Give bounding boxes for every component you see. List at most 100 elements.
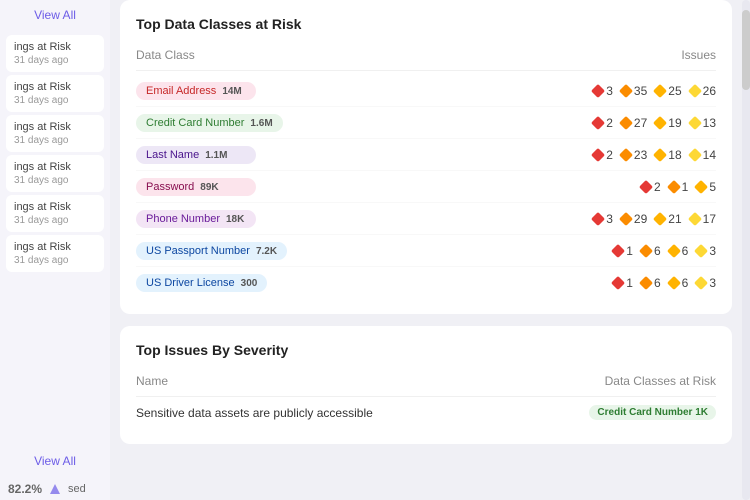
class-badge-wrapper: Last Name 1.1M: [136, 145, 336, 164]
high-count: 29: [634, 212, 647, 226]
medium-count: 6: [682, 276, 689, 290]
issue-group-critical: 2: [641, 180, 661, 194]
scrollbar-track[interactable]: [742, 0, 750, 500]
class-count: 7.2K: [256, 246, 277, 257]
low-count: 17: [703, 212, 716, 226]
issue-group-high: 27: [621, 116, 647, 130]
sidebar-item-4[interactable]: ings at Risk 31 days ago: [6, 195, 104, 232]
view-all-bottom-link[interactable]: View All: [34, 454, 76, 468]
low-icon: [694, 243, 708, 257]
class-count: 300: [241, 278, 258, 289]
issue-group-high: 6: [641, 244, 661, 258]
high-icon: [619, 115, 633, 129]
high-count: 35: [634, 84, 647, 98]
class-badge-wrapper: US Passport Number 7.2K: [136, 241, 336, 260]
low-count: 3: [709, 244, 716, 258]
table-row[interactable]: Phone Number 18K 3 29 21 17: [136, 203, 716, 235]
sidebar-item-1[interactable]: ings at Risk 31 days ago: [6, 75, 104, 112]
issues-tags: Credit Card Number 1K: [589, 405, 716, 420]
col-data-class: Data Class: [136, 48, 195, 62]
sidebar: View All ings at Risk 31 days ago ings a…: [0, 0, 110, 500]
issue-group-critical: 2: [593, 148, 613, 162]
critical-icon: [611, 275, 625, 289]
table-row[interactable]: Email Address 14M 3 35 25 26: [136, 75, 716, 107]
class-badge: US Passport Number 7.2K: [136, 242, 287, 260]
low-icon: [688, 147, 702, 161]
low-count: 26: [703, 84, 716, 98]
critical-icon: [591, 83, 605, 97]
medium-count: 5: [709, 180, 716, 194]
class-badge: Password 89K: [136, 178, 256, 196]
sort-icon: [48, 482, 62, 496]
issue-group-high: 23: [621, 148, 647, 162]
low-icon: [688, 83, 702, 97]
issue-group-critical: 2: [593, 116, 613, 130]
medium-count: 19: [668, 116, 681, 130]
critical-icon: [591, 115, 605, 129]
scrollbar-thumb[interactable]: [742, 10, 750, 90]
low-icon: [688, 115, 702, 129]
high-count: 6: [654, 276, 661, 290]
low-count: 13: [703, 116, 716, 130]
medium-count: 6: [682, 244, 689, 258]
issue-group-low: 17: [690, 212, 716, 226]
class-badge: Phone Number 18K: [136, 210, 256, 228]
issue-group-critical: 1: [613, 276, 633, 290]
issues-section: 1 6 6 3: [613, 244, 716, 258]
medium-icon: [653, 115, 667, 129]
issues-section: 2 23 18 14: [593, 148, 716, 162]
sidebar-item-2[interactable]: ings at Risk 31 days ago: [6, 115, 104, 152]
table-row[interactable]: US Driver License 300 1 6 6 3: [136, 267, 716, 298]
issues-section: 2 1 5: [641, 180, 716, 194]
issue-group-critical: 3: [593, 84, 613, 98]
high-count: 23: [634, 148, 647, 162]
data-class-rows: Email Address 14M 3 35 25 26 Credit Card…: [136, 75, 716, 298]
sidebar-item-5[interactable]: ings at Risk 31 days ago: [6, 235, 104, 272]
high-icon: [619, 83, 633, 97]
issues-table-row[interactable]: Sensitive data assets are publicly acces…: [136, 397, 716, 428]
sidebar-item-date-3: 31 days ago: [14, 175, 96, 186]
class-name: Phone Number: [146, 213, 220, 225]
sidebar-item-label-3: ings at Risk: [14, 161, 96, 173]
table-row[interactable]: US Passport Number 7.2K 1 6 6 3: [136, 235, 716, 267]
sidebar-item-0[interactable]: ings at Risk 31 days ago: [6, 35, 104, 72]
issues-rows: Sensitive data assets are publicly acces…: [136, 397, 716, 428]
critical-count: 3: [606, 84, 613, 98]
sidebar-item-date-4: 31 days ago: [14, 215, 96, 226]
table-row[interactable]: Last Name 1.1M 2 23 18 14: [136, 139, 716, 171]
issues-col-name: Name: [136, 374, 168, 388]
medium-count: 18: [668, 148, 681, 162]
issues-col-data-classes: Data Classes at Risk: [605, 374, 716, 388]
critical-count: 1: [626, 276, 633, 290]
view-all-top[interactable]: View All: [0, 0, 110, 32]
issues-row-left: Sensitive data assets are publicly acces…: [136, 406, 589, 420]
sidebar-item-3[interactable]: ings at Risk 31 days ago: [6, 155, 104, 192]
view-all-bottom[interactable]: View All: [0, 444, 110, 478]
issues-section: 2 27 19 13: [593, 116, 716, 130]
issue-group-high: 6: [641, 276, 661, 290]
main-content: Top Data Classes at Risk Data Class Issu…: [110, 0, 742, 500]
high-icon: [619, 147, 633, 161]
sidebar-item-label-2: ings at Risk: [14, 121, 96, 133]
class-name: US Driver License: [146, 277, 235, 289]
sidebar-item-label-1: ings at Risk: [14, 81, 96, 93]
high-icon: [619, 211, 633, 225]
top-data-classes-title: Top Data Classes at Risk: [136, 16, 716, 32]
class-badge-wrapper: Password 89K: [136, 177, 336, 196]
medium-icon: [694, 179, 708, 193]
high-icon: [667, 179, 681, 193]
issue-group-high: 29: [621, 212, 647, 226]
sidebar-item-date-5: 31 days ago: [14, 255, 96, 266]
view-all-top-link[interactable]: View All: [34, 8, 76, 22]
class-badge: Credit Card Number 1.6M: [136, 114, 283, 132]
critical-icon: [591, 211, 605, 225]
table-row[interactable]: Password 89K 2 1 5: [136, 171, 716, 203]
issue-group-high: 35: [621, 84, 647, 98]
issue-group-medium: 6: [669, 276, 689, 290]
class-count: 1.6M: [250, 118, 272, 129]
table-row[interactable]: Credit Card Number 1.6M 2 27 19 13: [136, 107, 716, 139]
issue-group-low: 13: [690, 116, 716, 130]
low-icon: [694, 275, 708, 289]
col-issues: Issues: [681, 48, 716, 62]
sidebar-pct: 82.2%: [8, 482, 42, 496]
